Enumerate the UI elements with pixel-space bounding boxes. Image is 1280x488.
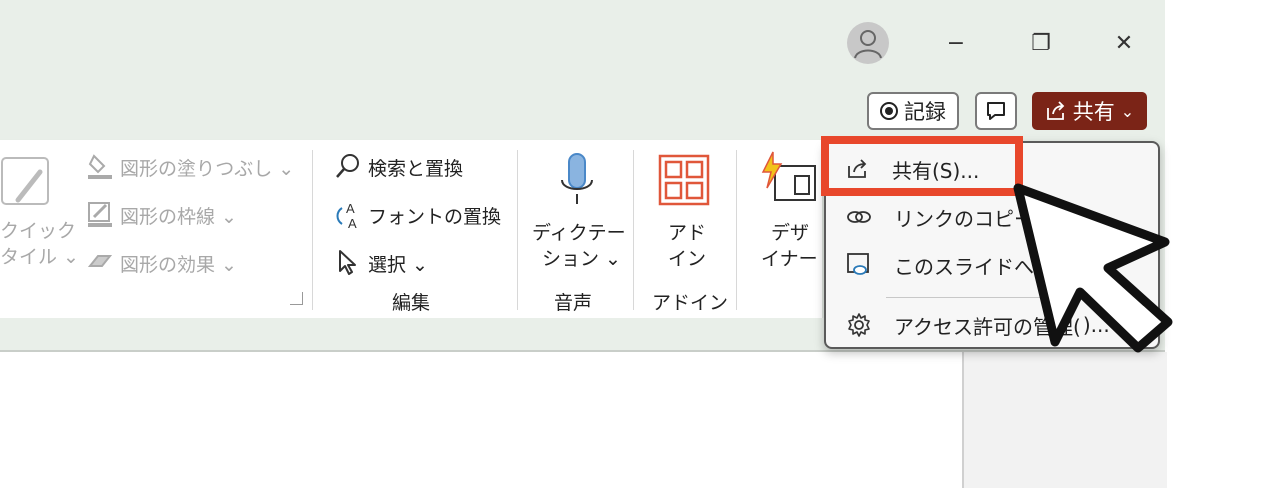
shape-effects-icon [87, 255, 113, 267]
minimize-button[interactable]: − [940, 28, 972, 60]
edit-group-label: 編集 [392, 292, 431, 314]
share-label: 共有 [1072, 100, 1115, 124]
quick-style-label-2: タイル ⌄ [0, 246, 79, 268]
designer-button[interactable]: デザ イナー [755, 150, 821, 280]
comment-icon [987, 102, 1005, 120]
dialog-launcher-icon[interactable] [290, 292, 303, 305]
dictate-button[interactable]: ディクテー ション ⌄ [530, 152, 626, 282]
svg-text:A: A [346, 201, 355, 216]
voice-group-label: 音声 [554, 292, 593, 314]
record-icon [880, 102, 898, 120]
ribbon: クイック タイル ⌄ 図形の塗りつぶし ⌄ 図形の枠線 ⌄ 図形の効果 ⌄ 検索… [0, 140, 822, 318]
group-separator [312, 150, 313, 310]
account-avatar[interactable] [847, 22, 889, 64]
title-bar: − ❐ ✕ 記録 共有 ⌄ [0, 0, 1165, 140]
record-label: 記録 [904, 100, 946, 124]
slide-canvas[interactable] [0, 352, 962, 488]
svg-text:A: A [348, 216, 357, 230]
highlight-box [821, 136, 1023, 196]
brush-icon [1, 157, 49, 205]
addin-group-label: アドイン [652, 292, 729, 314]
designer-label-1: デザ [771, 222, 810, 244]
slide-link-icon [847, 253, 869, 275]
paint-bucket-icon [88, 154, 112, 179]
shape-fill-label: 図形の塗りつぶし ⌄ [120, 158, 295, 180]
select-label: 選択 ⌄ [368, 254, 428, 276]
comments-button[interactable] [975, 92, 1017, 130]
share-button[interactable]: 共有 ⌄ [1032, 92, 1147, 130]
shape-effects-label: 図形の効果 ⌄ [120, 254, 237, 276]
cursor-select-icon [339, 250, 356, 275]
designer-label-2: イナー [761, 248, 818, 270]
font-replace-label: フォントの置換 [368, 206, 502, 228]
quick-style-button[interactable]: クイック タイル ⌄ [0, 154, 79, 274]
group-separator [736, 150, 737, 310]
record-button[interactable]: 記録 [867, 92, 959, 130]
microphone-icon [561, 153, 593, 204]
designer-icon [761, 151, 816, 201]
dictate-label-2: ション ⌄ [542, 248, 621, 270]
restore-button[interactable]: ❐ [1025, 28, 1057, 60]
share-icon [1046, 101, 1065, 120]
addins-label-1: アド [668, 222, 707, 244]
find-replace-label: 検索と置換 [368, 158, 464, 180]
pen-outline-icon [88, 202, 112, 227]
pointer-cursor-icon [1013, 183, 1173, 353]
group-separator [633, 150, 634, 310]
dictate-label-1: ディクテー [532, 222, 626, 244]
link-icon [847, 211, 871, 223]
gear-icon [848, 313, 870, 337]
quick-style-label-1: クイック [0, 220, 77, 242]
search-icon [336, 154, 359, 178]
addins-button[interactable]: アド イン [652, 152, 722, 282]
group-separator [517, 150, 518, 310]
close-button[interactable]: ✕ [1108, 28, 1140, 60]
addins-label-2: イン [668, 248, 707, 270]
font-replace-icon: A A [336, 201, 357, 230]
chevron-down-icon: ⌄ [1120, 101, 1135, 121]
shape-outline-label: 図形の枠線 ⌄ [120, 206, 237, 228]
addins-grid-icon [658, 154, 710, 206]
powerpoint-window: − ❐ ✕ 記録 共有 ⌄ クイック タイル ⌄ 図形の塗りつぶし ⌄ 図形の枠… [0, 0, 1173, 488]
side-pane [962, 352, 1167, 488]
